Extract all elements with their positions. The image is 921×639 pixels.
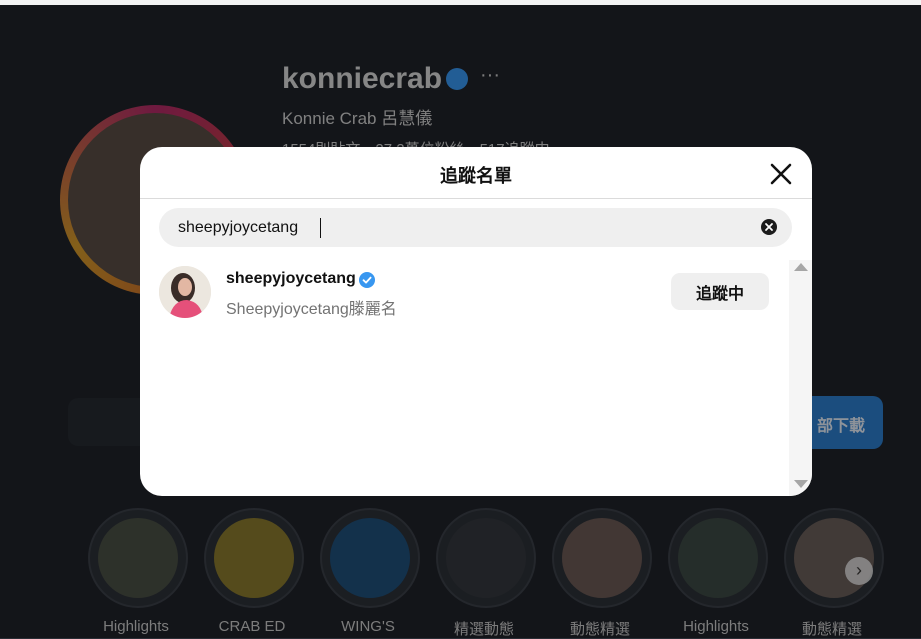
following-list-modal: 追蹤名單 sheepyjoycetang Sheepyjoycetang滕麗名 …	[140, 147, 812, 496]
following-button[interactable]: 追蹤中	[671, 273, 769, 310]
search-box	[159, 208, 792, 247]
verified-badge-icon	[359, 272, 375, 288]
scroll-up-arrow-icon[interactable]	[794, 263, 808, 271]
result-full-name: Sheepyjoycetang滕麗名	[226, 301, 397, 318]
avatar[interactable]	[159, 266, 211, 318]
clear-search-icon[interactable]	[761, 219, 777, 235]
search-input[interactable]	[178, 217, 738, 239]
result-username[interactable]: sheepyjoycetang	[226, 270, 356, 288]
scroll-down-arrow-icon[interactable]	[794, 480, 808, 488]
modal-header: 追蹤名單	[140, 147, 812, 199]
close-icon[interactable]	[768, 161, 794, 187]
text-cursor	[320, 218, 321, 238]
scrollbar[interactable]	[789, 260, 812, 496]
modal-title: 追蹤名單	[440, 166, 512, 186]
